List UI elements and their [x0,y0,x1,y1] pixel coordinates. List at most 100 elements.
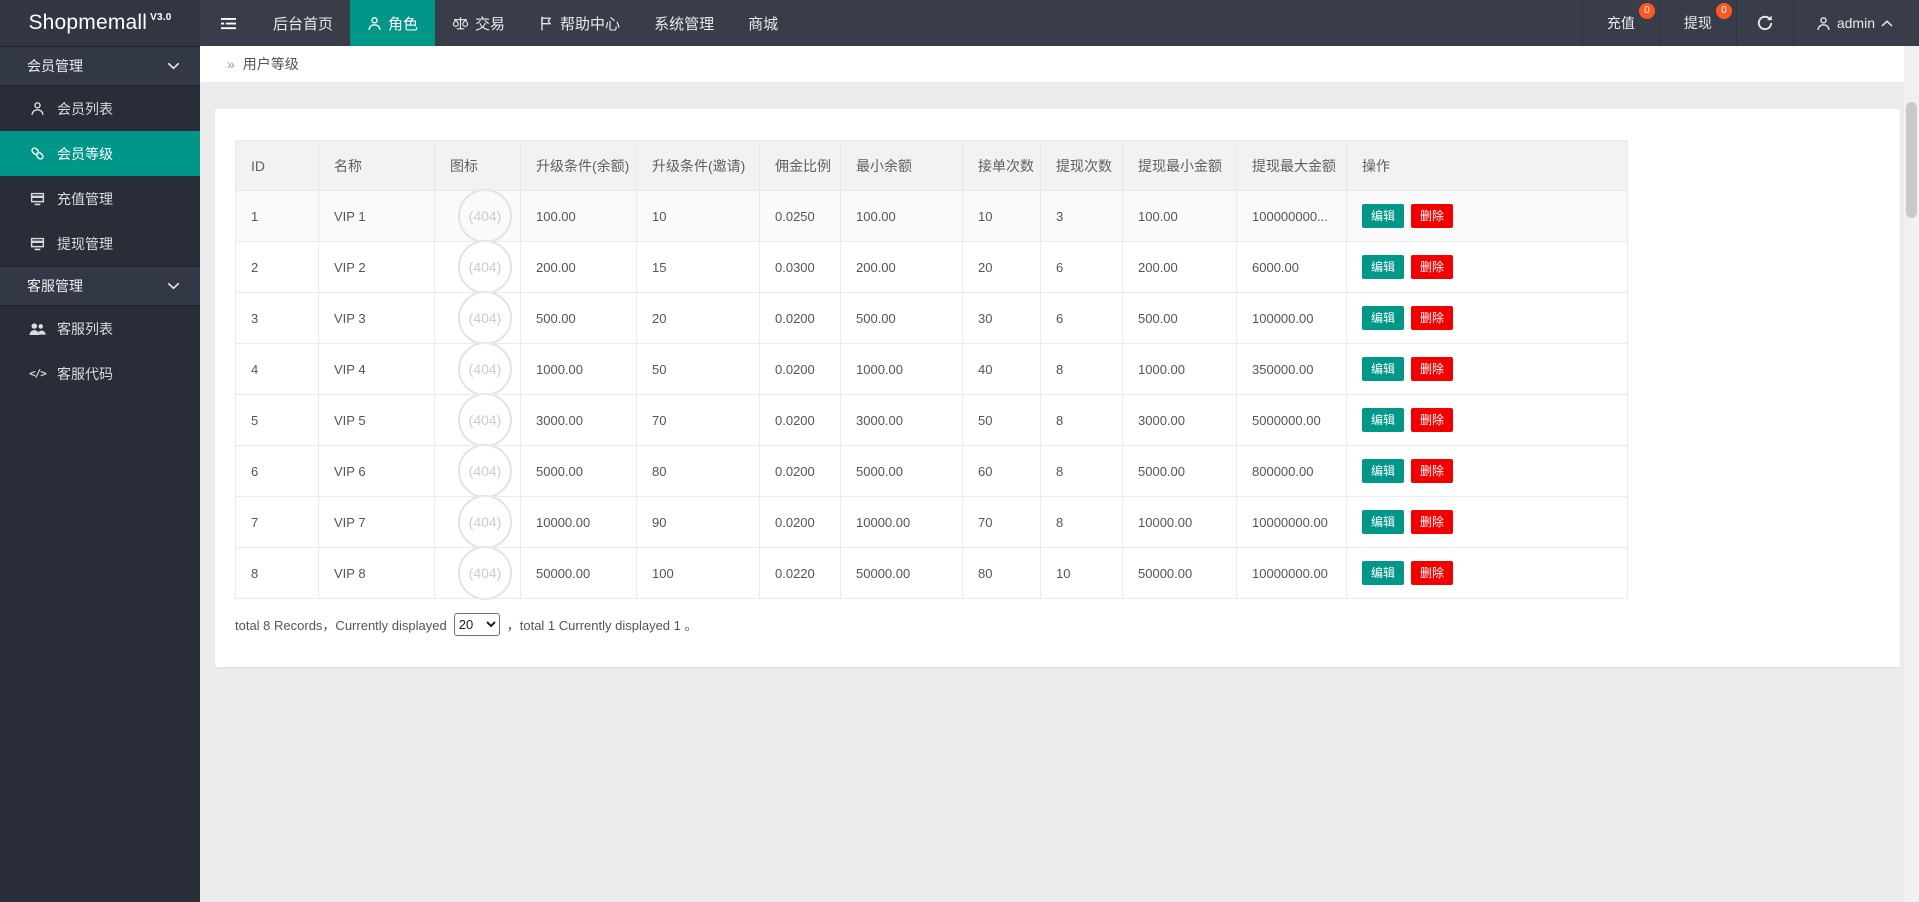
table-header-row: ID 名称 图标 升级条件(余额) 升级条件(邀请) 佣金比例 最小余额 接单次数 提现次数 提现… [235,140,1628,191]
edit-button[interactable]: 编辑 [1362,561,1405,585]
nav-tab-dashboard[interactable]: 后台首页 [256,0,350,46]
column-header-7: 接单次数 [962,140,1041,191]
delete-button[interactable]: 删除 [1411,561,1454,585]
table-row: 8 VIP 8 (404) 50000.00 100 0.0220 50000.00 80 10… [235,546,1628,600]
broken-image-placeholder: (404) [458,444,512,498]
column-header-1: 名称 [318,140,435,191]
cell-value: 500.00 [840,292,963,344]
cell-value: 1000.00 [840,343,963,395]
edit-button[interactable]: 编辑 [1362,306,1405,330]
cell-value: 100 [636,547,760,599]
nav-tab-label: 帮助中心 [560,15,621,33]
cell-value: 5000000.00 [1236,394,1347,446]
sidebar-item-label: 充值管理 [57,190,113,207]
cell-actions: 编辑 删除 [1346,496,1628,548]
delete-button[interactable]: 删除 [1411,459,1454,483]
edit-button[interactable]: 编辑 [1362,204,1405,228]
edit-button[interactable]: 编辑 [1362,357,1405,381]
app-logo: Shopmemall V3.0 [0,0,200,46]
cell-value: 70 [636,394,760,446]
cell-name: VIP 5 [318,394,435,446]
cell-value: 8 [1040,496,1123,548]
cell-value: 100.00 [1122,190,1237,242]
broken-image-placeholder: (404) [458,495,512,549]
cell-value: 1000.00 [520,343,637,395]
nav-tab-trade[interactable]: 交易 [435,0,522,46]
table-row: 4 VIP 4 (404) 1000.00 50 0.0200 1000.00 40 8 1000… [235,342,1628,396]
delete-button[interactable]: 删除 [1411,306,1454,330]
nav-tab-system[interactable]: 系统管理 [637,0,731,46]
cell-value: 40 [962,343,1041,395]
nav-tab-label: 角色 [388,15,419,33]
column-header-8: 提现次数 [1040,140,1123,191]
sidebar-item-recharge-management[interactable]: 充值管理 [0,176,200,221]
broken-image-placeholder: (404) [458,393,512,447]
delete-button[interactable]: 删除 [1411,510,1454,534]
delete-button[interactable]: 删除 [1411,204,1454,228]
cell-value: 100000.00 [1236,292,1347,344]
sidebar-item-service-list[interactable]: 客服列表 [0,306,200,351]
cell-actions: 编辑 删除 [1346,547,1628,599]
cell-value: 6 [1040,241,1123,293]
sidebar-group-member-management[interactable]: 会员管理 [0,46,200,86]
edit-button[interactable]: 编辑 [1362,510,1405,534]
sidebar-item-member-list[interactable]: 会员列表 [0,86,200,131]
cell-name: VIP 3 [318,292,435,344]
delete-button[interactable]: 删除 [1411,255,1454,279]
breadcrumb: » 用户等级 [200,46,1919,83]
column-header-6: 最小余额 [840,140,963,191]
refresh-button[interactable] [1735,0,1793,46]
cell-value: 100.00 [840,190,963,242]
sidebar-item-member-level[interactable]: 会员等级 [0,131,200,176]
sidebar-group-label: 客服管理 [27,278,83,294]
sidebar-group-service-management[interactable]: 客服管理 [0,266,200,306]
column-header-5: 佣金比例 [759,140,841,191]
column-header-2: 图标 [434,140,521,191]
content-card: ID 名称 图标 升级条件(余额) 升级条件(邀请) 佣金比例 最小余额 接单次数 提现次数 提现… [215,109,1900,667]
cell-value: 0.0300 [759,241,841,293]
cell-actions: 编辑 删除 [1346,394,1628,446]
navbar-withdraw-button[interactable]: 提现 0 [1658,0,1736,46]
person-icon [1816,16,1831,31]
navbar-withdraw-label: 提现 [1683,15,1712,31]
scrollbar-thumb[interactable] [1906,102,1917,218]
cell-icon: (404) [434,240,521,294]
cell-value: 500.00 [520,292,637,344]
cell-value: 10 [636,190,760,242]
cell-value: 10000.00 [840,496,963,548]
edit-button[interactable]: 编辑 [1362,408,1405,432]
cell-id: 8 [235,547,319,599]
sidebar-toggle-button[interactable] [200,0,256,46]
nav-tab-help-center[interactable]: 帮助中心 [522,0,637,46]
cell-value: 50 [962,394,1041,446]
nav-tab-roles[interactable]: 角色 [350,0,436,46]
cell-id: 5 [235,394,319,446]
cell-value: 10000.00 [520,496,637,548]
cell-value: 800000.00 [1236,445,1347,497]
cell-value: 200.00 [520,241,637,293]
edit-button[interactable]: 编辑 [1362,255,1405,279]
admin-user-menu[interactable]: admin [1792,0,1919,46]
nav-tab-mall[interactable]: 商城 [731,0,795,46]
sidebar-item-label: 客服列表 [57,320,113,337]
pagination: total 8 Records，Currently displayed 20 ，… [235,613,1880,636]
delete-button[interactable]: 删除 [1411,408,1454,432]
people-icon [27,322,48,336]
sidebar-item-withdraw-management[interactable]: 提现管理 [0,221,200,266]
navbar-recharge-button[interactable]: 充值 0 [1581,0,1659,46]
page-size-select[interactable]: 20 [453,613,500,636]
cell-name: VIP 4 [318,343,435,395]
hamburger-icon [220,16,237,31]
chevron-down-icon [167,62,180,70]
card-icon [27,237,48,251]
delete-button[interactable]: 删除 [1411,357,1454,381]
cell-value: 80 [962,547,1041,599]
top-navbar: Shopmemall V3.0 后台首页 角色 交易 帮助中心 系统管理 商城 充值 0 提现… [0,0,1919,46]
vip-levels-table: ID 名称 图标 升级条件(余额) 升级条件(邀请) 佣金比例 最小余额 接单次数 提现次数 提现… [235,140,1628,600]
edit-button[interactable]: 编辑 [1362,459,1405,483]
cell-value: 0.0200 [759,343,841,395]
sidebar: 会员管理 会员列表 会员等级充值管理提现管理客服管理客服列表 </> 客服代码 [0,46,200,902]
cell-value: 20 [636,292,760,344]
cell-value: 8 [1040,343,1123,395]
sidebar-item-service-code[interactable]: </> 客服代码 [0,351,200,396]
